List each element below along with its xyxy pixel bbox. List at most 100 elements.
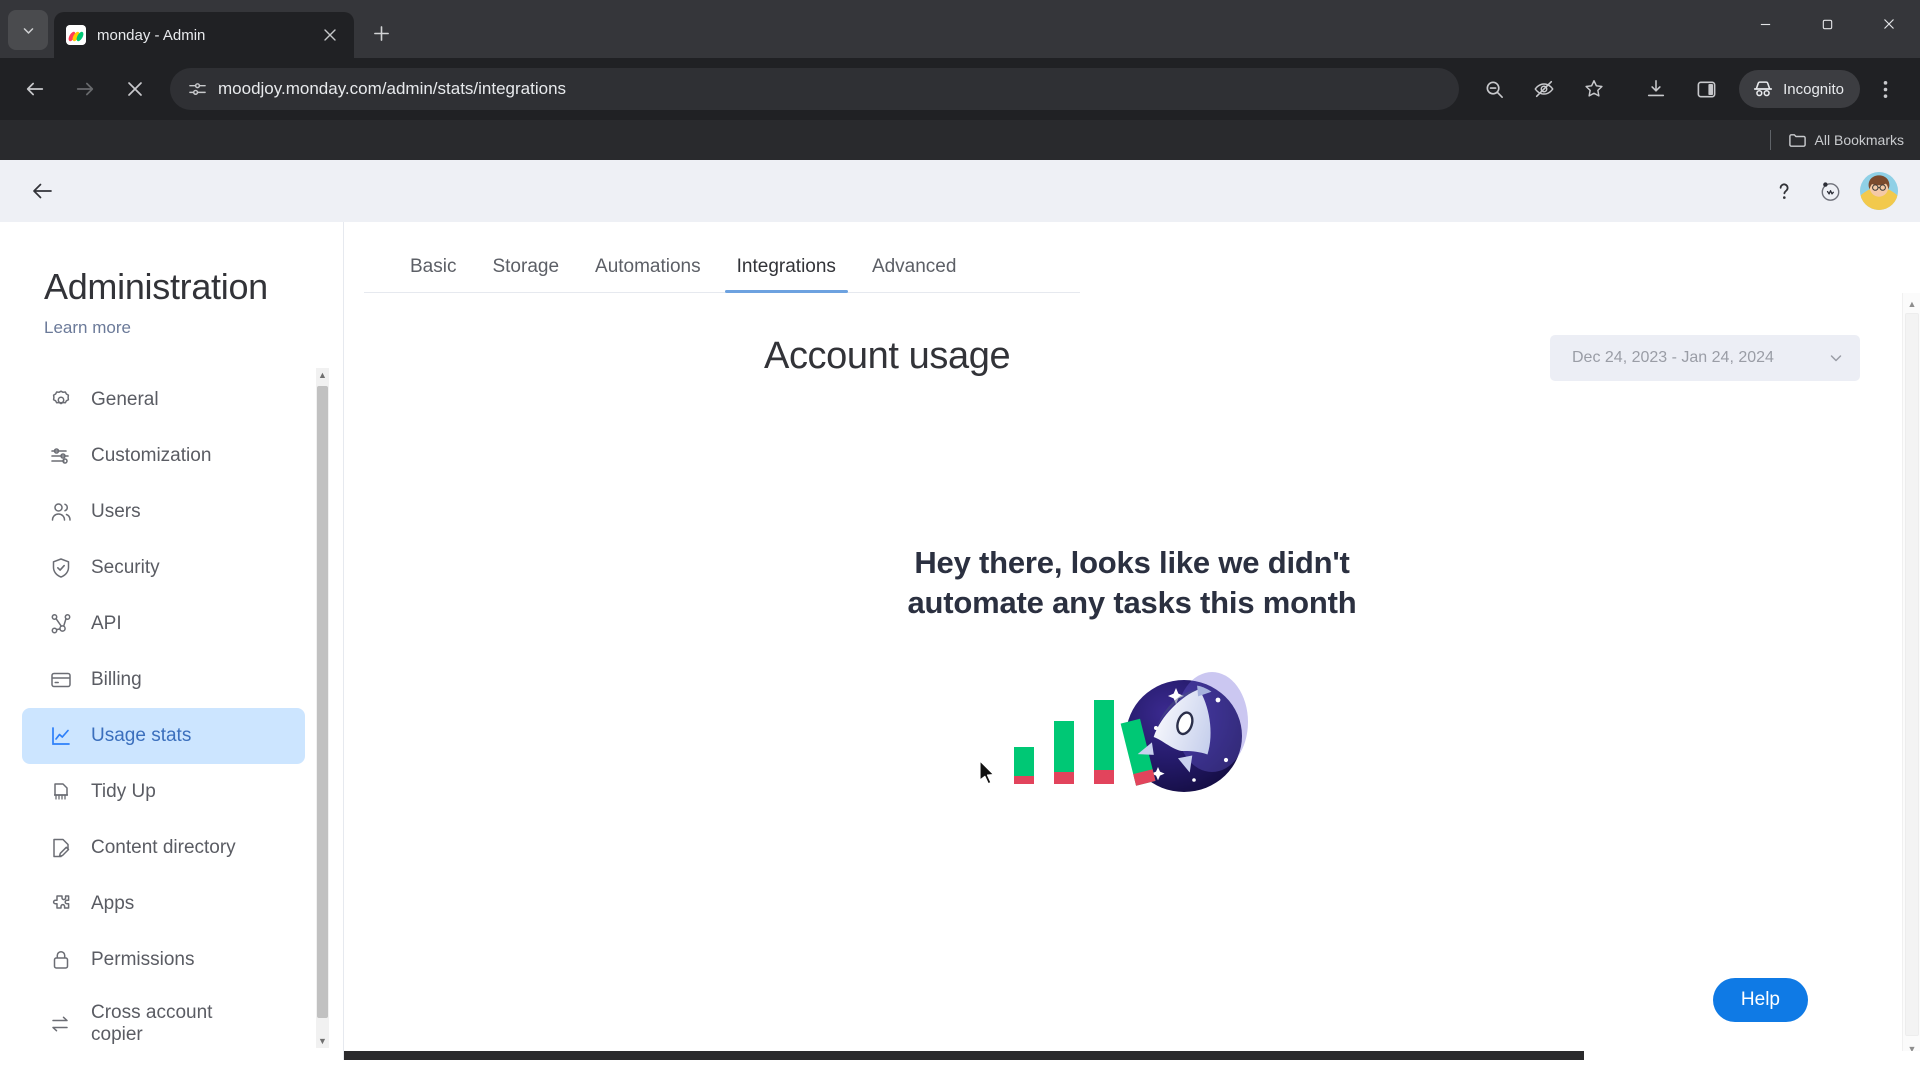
date-range-value: Dec 24, 2023 - Jan 24, 2024 [1572,349,1774,366]
sidebar-item-label: API [91,613,122,635]
monday-logo-icon [66,25,86,45]
help-button[interactable]: Help [1712,978,1808,1022]
eye-slash-icon [1534,80,1554,98]
incognito-icon [1754,81,1773,97]
tab-label: Automations [595,256,701,277]
side-panel-button[interactable] [1685,68,1727,110]
horizontal-scrollbar[interactable] [344,1051,1920,1060]
tab-storage[interactable]: Storage [474,242,577,292]
sidebar-scrollbar[interactable]: ▲ ▼ [316,368,329,1048]
zoom-out-button[interactable] [1473,68,1515,110]
incognito-indicator[interactable]: Incognito [1739,70,1860,108]
page-title: Administration [44,266,268,307]
sidebar-item-usage-stats[interactable]: Usage stats [22,708,305,764]
download-button[interactable] [1635,68,1677,110]
browser-tabstrip: monday - Admin [0,0,1920,58]
url-text: moodjoy.monday.com/admin/stats/integrati… [218,79,567,98]
tab-label: Integrations [736,256,836,277]
puzzle-icon [48,892,73,917]
help-icon-button[interactable] [1764,171,1804,211]
date-range-selector[interactable]: Dec 24, 2023 - Jan 24, 2024 [1550,335,1860,381]
tab-label: Advanced [871,256,957,277]
stop-loading-button[interactable] [114,68,156,110]
address-bar[interactable]: moodjoy.monday.com/admin/stats/integrati… [170,68,1460,110]
sidebar-scroll-thumb[interactable] [317,386,328,1018]
close-window-button[interactable] [1858,0,1920,48]
bookmarks-divider [1769,130,1771,150]
tab-automations[interactable]: Automations [577,242,719,292]
sidebar-item-label: Usage stats [91,725,192,747]
browser-tab[interactable]: monday - Admin [54,12,354,58]
back-button[interactable] [14,68,56,110]
credit-card-icon [48,668,73,693]
app-back-button[interactable] [22,171,62,211]
eye-slash-button[interactable] [1523,68,1565,110]
sidebar-item-customization[interactable]: Customization [22,428,305,484]
main-content: Basic Storage Automations Integrations A… [344,222,1920,1060]
maximize-button[interactable] [1796,0,1858,48]
shield-check-icon [48,556,73,581]
lock-icon [48,948,73,973]
avatar[interactable] [1860,172,1898,210]
screen-record-icon-button[interactable] [1810,171,1850,211]
usage-panel-inner: Account usage Dec 24, 2023 - Jan 24, 202… [344,293,1920,1060]
sidebar-item-apps[interactable]: Apps [22,876,305,932]
sidebar-item-tidy-up[interactable]: Tidy Up [22,764,305,820]
sidebar-item-security[interactable]: Security [22,540,305,596]
sidebar-item-general[interactable]: General [22,372,305,428]
bookmark-star-button[interactable] [1573,68,1615,110]
tab-close-icon[interactable] [318,23,342,47]
tab-integrations[interactable]: Integrations [719,242,854,293]
folder-icon [1788,133,1806,147]
sidebar-item-label: Cross account copier [91,1002,213,1045]
forward-button[interactable] [64,68,106,110]
tab-label: Basic [410,256,457,277]
mouse-cursor [979,760,996,790]
caret-up-icon[interactable]: ▲ [316,368,329,382]
minimize-button[interactable] [1734,0,1796,48]
empty-state: Hey there, looks like we didn't automate… [344,543,1920,794]
caret-up-icon[interactable]: ▲ [1903,295,1920,313]
sidebar-item-cross-account-copier[interactable]: Cross account copier [22,988,305,1060]
browser-menu-button[interactable] [1864,68,1906,110]
sidebar-item-api[interactable]: API [22,596,305,652]
screen-record-icon [1821,182,1840,201]
users-icon [48,500,73,525]
browser-navbar: moodjoy.monday.com/admin/stats/integrati… [0,58,1920,120]
sidebar-item-label: Users [91,501,141,523]
caret-down-icon[interactable]: ▼ [316,1034,329,1048]
site-settings-icon[interactable] [184,76,210,102]
sidebar-item-users[interactable]: Users [22,484,305,540]
app-header [0,160,1920,222]
content-scrollbar[interactable]: ▲ ▼ [1902,293,1920,1060]
sidebar-item-billing[interactable]: Billing [22,652,305,708]
window-controls [1734,0,1920,48]
forward-arrow-icon [76,82,94,96]
tab-advanced[interactable]: Advanced [854,242,975,292]
download-icon [1647,79,1665,97]
tab-search-button[interactable] [8,10,48,50]
tab-title: monday - Admin [97,26,206,44]
sidebar-item-permissions[interactable]: Permissions [22,932,305,988]
sidebar-item-label: Tidy Up [91,781,156,803]
sidebar-item-label: Permissions [91,949,195,971]
plus-icon [373,25,389,41]
three-dot-menu-icon [1883,80,1887,98]
rocket-bar-chart-illustration [1008,664,1256,794]
document-edit-icon [48,836,73,861]
horizontal-scroll-thumb[interactable] [344,1051,1584,1060]
maximize-icon [1822,19,1832,29]
new-tab-button[interactable] [364,16,398,50]
all-bookmarks-label: All Bookmarks [1814,132,1904,148]
learn-more-link[interactable]: Learn more [0,308,343,338]
sidebar-item-content-directory[interactable]: Content directory [22,820,305,876]
sidebar-nav: General Customization Users Security API… [0,372,343,1060]
sidebar-item-label: Billing [91,669,142,691]
usage-panel: Account usage Dec 24, 2023 - Jan 24, 202… [344,293,1920,1060]
question-mark-icon [1779,183,1789,199]
tab-basic[interactable]: Basic [392,242,474,292]
all-bookmarks-button[interactable]: All Bookmarks [1788,131,1904,150]
chevron-down-icon [1830,355,1842,362]
content-scroll-thumb[interactable] [1905,313,1919,1036]
page-content: Administration Learn more General Custom… [0,160,1920,1060]
